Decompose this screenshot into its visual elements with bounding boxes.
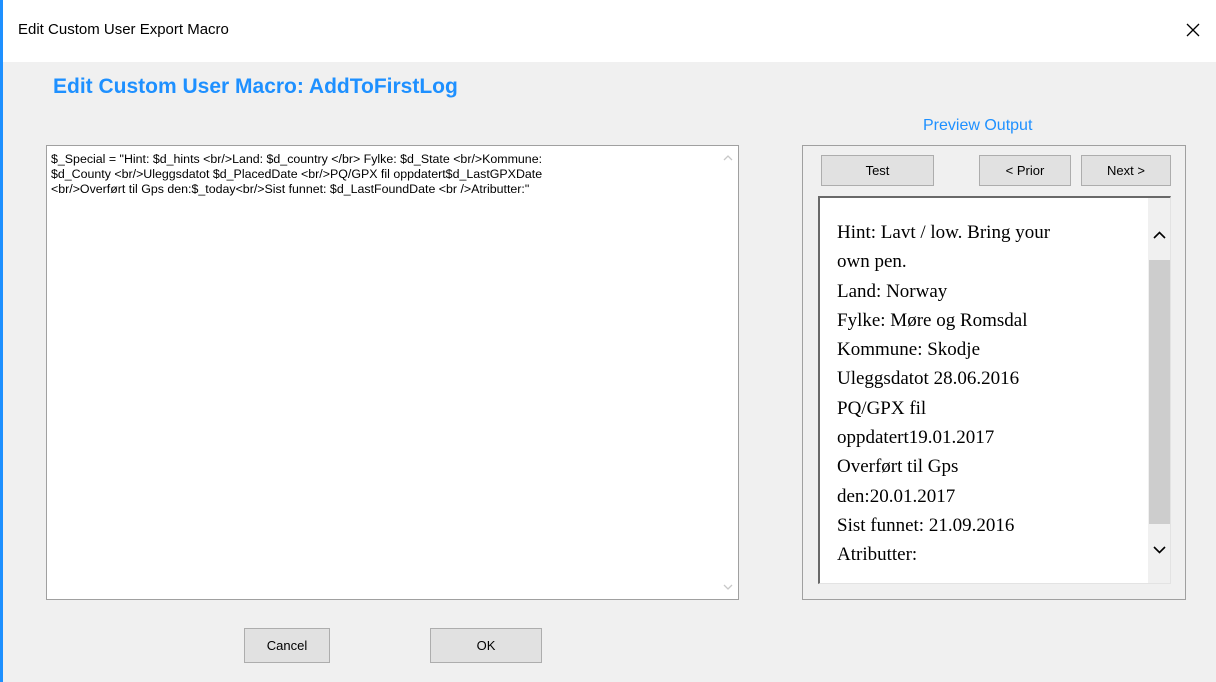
preview-line: oppdatert19.01.2017 [837,427,995,449]
ok-button[interactable]: OK [430,628,542,663]
page-title: Edit Custom User Macro: AddToFirstLog [53,75,458,98]
preview-line: Fylke: Møre og Romsdal [837,309,1028,331]
preview-output-label: Preview Output [923,117,1033,134]
preview-line: PQ/GPX fil [837,397,927,419]
editor-scrollbar[interactable] [718,146,738,599]
window-title: Edit Custom User Export Macro [18,21,229,38]
preview-line: Sist funnet: 21.09.2016 [837,514,1015,536]
macro-editor-text[interactable]: $_Special = "Hint: $d_hints <br/>Land: $… [51,152,711,197]
preview-line: den:20.01.2017 [837,485,956,507]
preview-line: own pen. [837,251,907,273]
preview-line: Atributter: [837,544,918,566]
chevron-up-icon[interactable] [722,152,734,164]
close-button[interactable] [1170,14,1216,46]
chevron-down-icon[interactable] [1152,542,1167,557]
title-bar: Edit Custom User Export Macro [3,0,1216,62]
preview-line: Uleggsdatot 28.06.2016 [837,368,1020,390]
preview-line: Kommune: Skodje [837,339,981,361]
cancel-button[interactable]: Cancel [244,628,330,663]
scrollbar-thumb[interactable] [1149,260,1170,524]
prior-button[interactable]: < Prior [979,155,1071,186]
test-button[interactable]: Test [821,155,934,186]
preview-output-box: Hint: Lavt / low. Bring your own pen. La… [818,196,1171,584]
next-button[interactable]: Next > [1081,155,1171,186]
preview-line: Overført til Gps [837,456,959,478]
macro-editor[interactable]: $_Special = "Hint: $d_hints <br/>Land: $… [46,145,739,600]
preview-output-text: Hint: Lavt / low. Bring your own pen. La… [837,218,1127,570]
preview-scrollbar[interactable] [1148,198,1170,583]
chevron-up-icon[interactable] [1152,228,1167,243]
close-icon [1186,23,1200,37]
chevron-down-icon[interactable] [722,581,734,593]
preview-line: Land: Norway [837,280,948,302]
preview-line: Hint: Lavt / low. Bring your [837,222,1051,243]
